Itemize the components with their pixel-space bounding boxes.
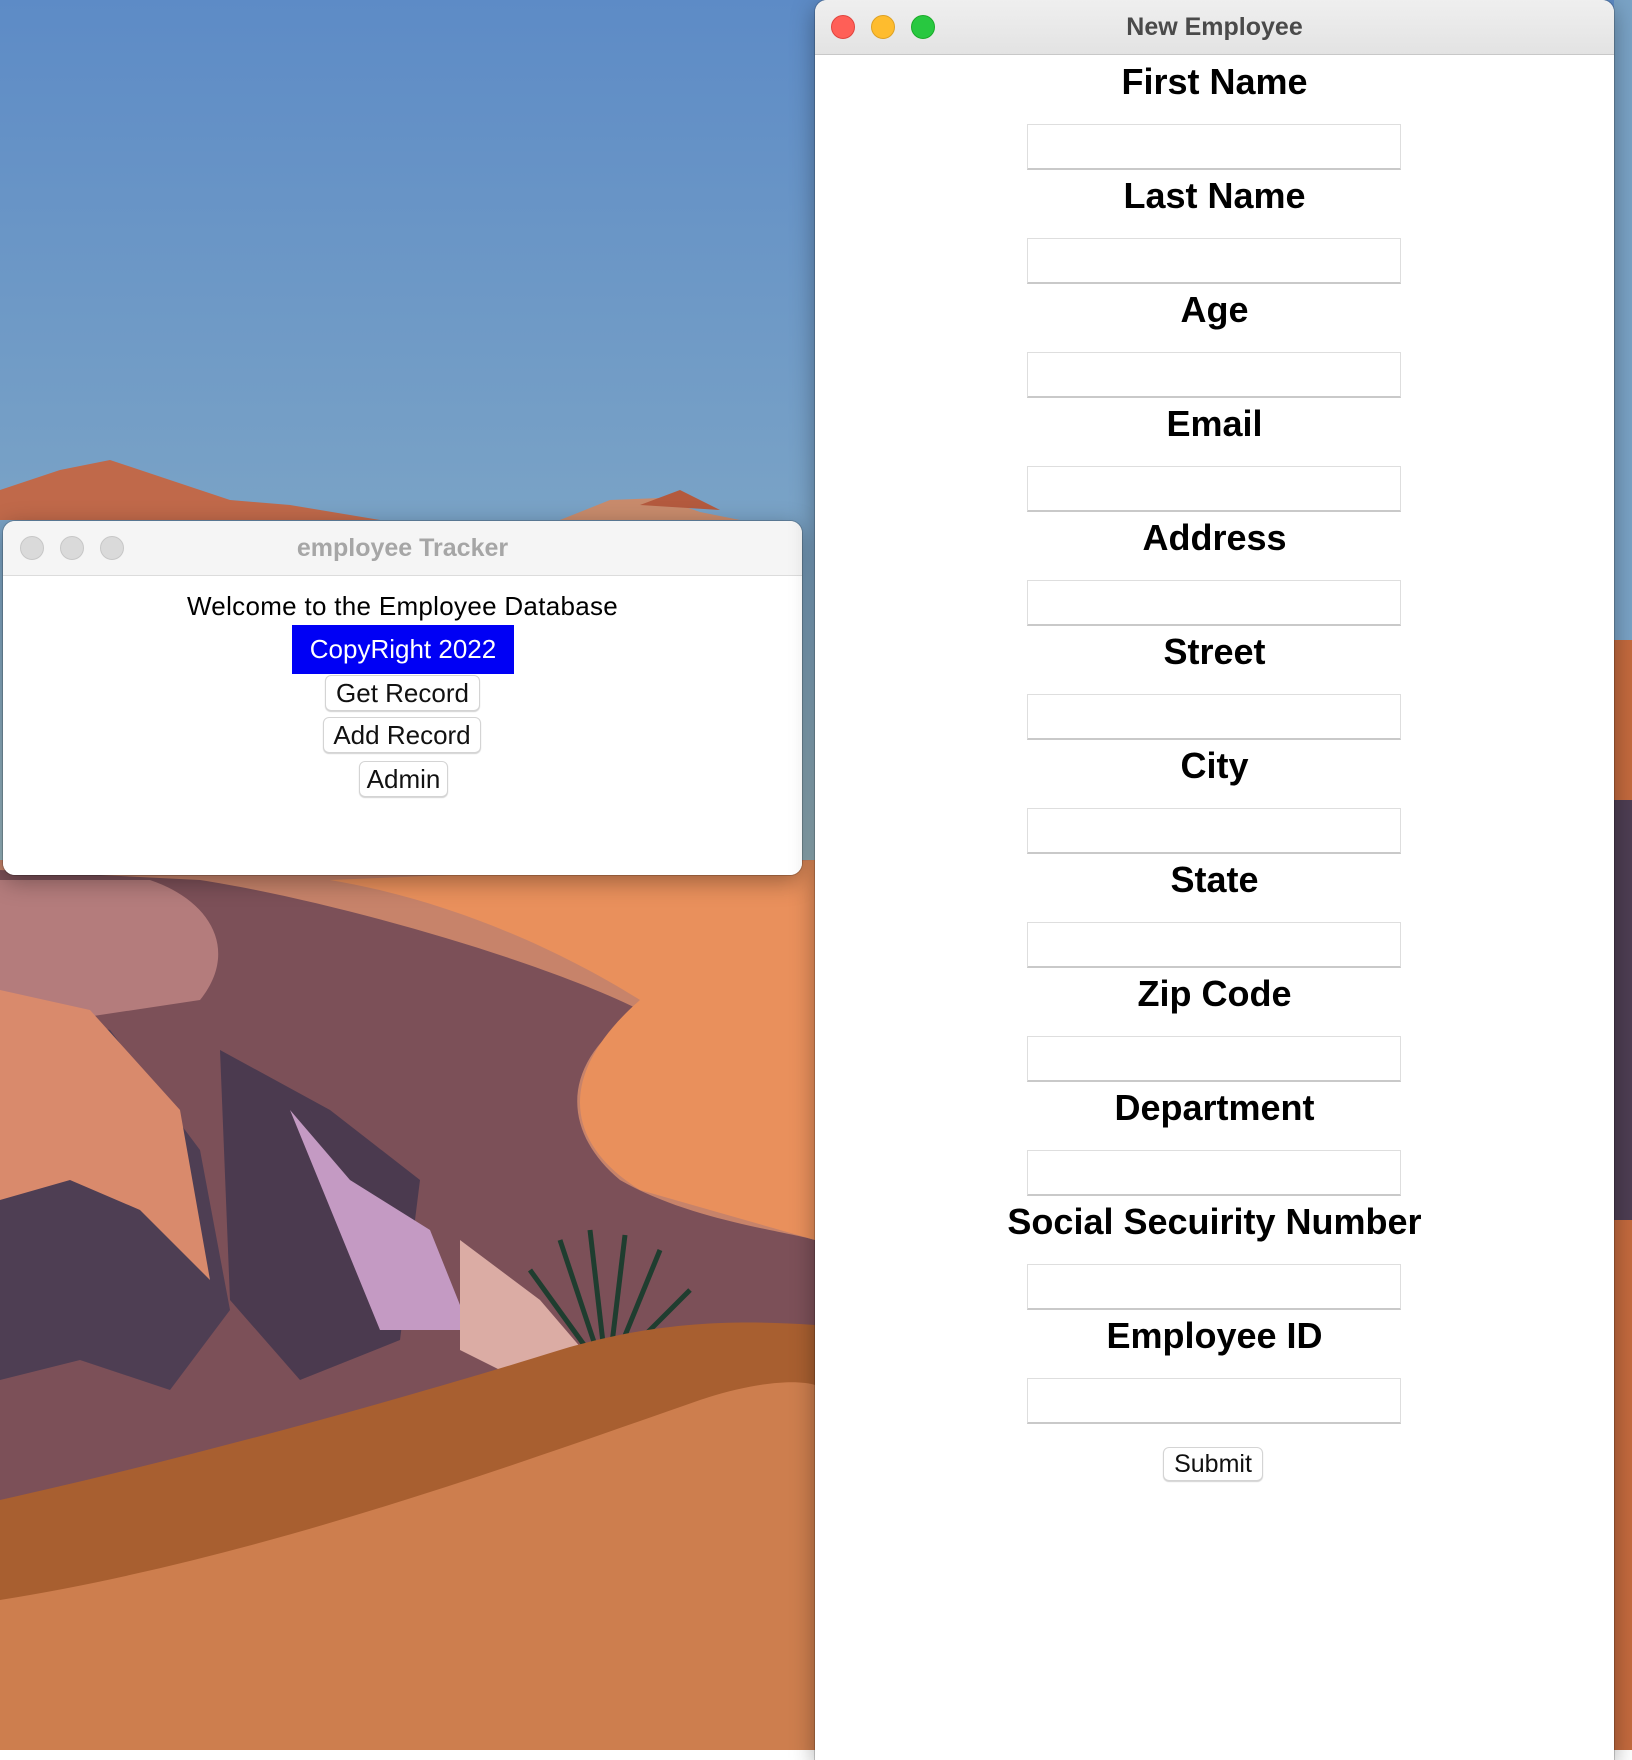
email-label: Email [1166, 403, 1263, 444]
window-title: employee Tracker [296, 534, 509, 562]
department-input[interactable] [1027, 1150, 1401, 1196]
get-record-button[interactable]: Get Record [325, 675, 480, 711]
last-name-input[interactable] [1027, 238, 1401, 284]
age-label: Age [1180, 289, 1249, 330]
welcome-text: Welcome to the Employee Database [186, 591, 619, 621]
new-employee-window: New Employee First Name Last Name Age Email… [815, 0, 1614, 1760]
new-employee-title-bar[interactable]: New Employee [815, 0, 1614, 55]
first-name-label: First Name [1121, 61, 1308, 102]
state-label: State [1170, 859, 1259, 900]
city-input[interactable] [1027, 808, 1401, 854]
street-label: Street [1163, 631, 1266, 672]
zip-code-label: Zip Code [1137, 973, 1292, 1014]
ssn-label: Social Secuirity Number [1007, 1201, 1422, 1242]
age-input[interactable] [1027, 352, 1401, 398]
state-input[interactable] [1027, 922, 1401, 968]
employee-tracker-window: employee Tracker Welcome to the Employee… [3, 521, 802, 875]
address-label: Address [1142, 517, 1287, 558]
tracker-title-bar[interactable]: employee Tracker [3, 521, 802, 576]
employee-id-input[interactable] [1027, 1378, 1401, 1424]
window-title: New Employee [1126, 13, 1303, 41]
employee-id-label: Employee ID [1106, 1315, 1323, 1356]
department-label: Department [1114, 1087, 1315, 1128]
admin-button[interactable]: Admin [359, 761, 448, 797]
city-label: City [1180, 745, 1249, 786]
last-name-label: Last Name [1123, 175, 1306, 216]
first-name-input[interactable] [1027, 124, 1401, 170]
tracker-content: Welcome to the Employee Database CopyRig… [3, 576, 802, 875]
new-employee-form: First Name Last Name Age Email Address Street… [815, 55, 1614, 1760]
add-record-button[interactable]: Add Record [323, 717, 481, 753]
copyright-label: CopyRight 2022 [292, 625, 514, 674]
zip-code-input[interactable] [1027, 1036, 1401, 1082]
ssn-input[interactable] [1027, 1264, 1401, 1310]
submit-button[interactable]: Submit [1163, 1447, 1263, 1481]
address-input[interactable] [1027, 580, 1401, 626]
email-input[interactable] [1027, 466, 1401, 512]
street-input[interactable] [1027, 694, 1401, 740]
